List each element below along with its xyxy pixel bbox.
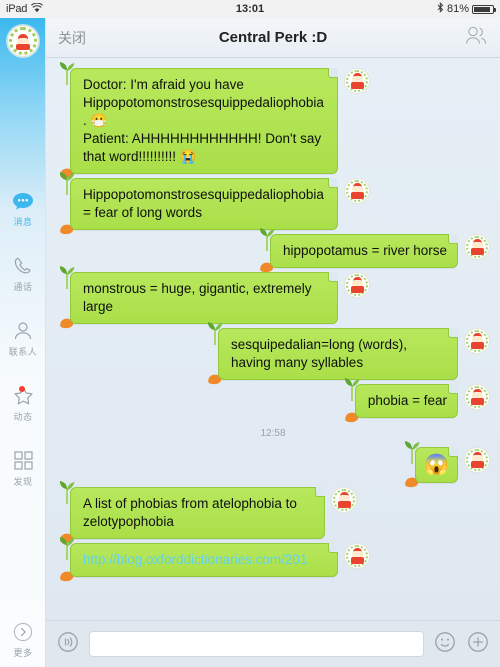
sidebar-item-messages[interactable]: 消息 [0, 185, 46, 231]
message-bubble-wrapper: 😱 [401, 441, 458, 488]
message-row: sesquipedalian=long (words), having many… [46, 322, 500, 385]
message-bubble-wrapper: A list of phobias from atelophobia to ze… [56, 481, 325, 544]
avatar-face [15, 33, 31, 50]
add-attachment-button[interactable] [466, 631, 490, 658]
chevron-right-icon [13, 620, 33, 644]
message-text: phobia = fear [354, 384, 458, 418]
sidebar-item-label: 消息 [13, 216, 33, 227]
bubble-fold-decoration [448, 447, 458, 457]
message-row: monstrous = huge, gigantic, extremely la… [46, 266, 500, 329]
message-row: hippopotamus = river horse [46, 228, 500, 273]
wifi-icon [31, 2, 44, 16]
message-bubble-wrapper: sesquipedalian=long (words), having many… [204, 322, 458, 385]
message-bubble-wrapper: hippopotamus = river horse [256, 228, 458, 273]
message-text: A list of phobias from atelophobia to ze… [70, 487, 325, 539]
message-list[interactable]: Doctor: I'm afraid you have Hippopotomon… [46, 58, 500, 620]
sidebar-more-label: 更多 [13, 648, 33, 658]
message-row: http://blog.oxforddictionaries.com/201 [46, 537, 500, 582]
avatar[interactable] [331, 487, 357, 513]
message-text: hippopotamus = river horse [270, 234, 458, 268]
sidebar-rail: 消息 通话 联系人 动态 发现 更多 [0, 18, 46, 667]
sidebar-nav: 消息 通话 联系人 动态 发现 [0, 185, 45, 491]
message-link[interactable]: http://blog.oxforddictionaries.com/201 [70, 543, 338, 577]
voice-record-icon [57, 631, 79, 658]
message-text: Doctor: I'm afraid you have Hippopotomon… [70, 68, 338, 174]
sidebar-item-label: 动态 [13, 411, 33, 422]
group-members-icon [464, 25, 488, 50]
bubble-fold-decoration [448, 234, 458, 244]
emoji-button[interactable] [433, 631, 457, 658]
sticker-emoji: 😱 [424, 454, 449, 476]
sidebar-item-label: 发现 [13, 476, 33, 487]
sidebar-item-label: 联系人 [8, 346, 38, 357]
plus-icon [467, 631, 489, 658]
message-text: Hippopotomonstrosesquippedaliophobia = f… [70, 178, 338, 230]
avatar[interactable] [344, 68, 370, 94]
chat-app-window: iPad 13:01 81% 消息 通话 联系人 动态 发现 更多 关闭 Cen… [0, 0, 500, 667]
message-text: sesquipedalian=long (words), having many… [218, 328, 458, 380]
avatar[interactable] [464, 384, 490, 410]
bubble-fold-decoration [448, 328, 458, 338]
grid-icon [13, 449, 33, 473]
message-row: Doctor: I'm afraid you have Hippopotomon… [46, 62, 500, 179]
star-icon [13, 384, 34, 408]
bubble-fold-decoration [328, 178, 338, 188]
avatar[interactable] [344, 178, 370, 204]
device-name: iPad [6, 3, 28, 15]
page-title: Central Perk :D [218, 29, 328, 46]
avatar[interactable] [344, 543, 370, 569]
sidebar-item-label: 通话 [13, 281, 33, 292]
sidebar-item-calls[interactable]: 通话 [0, 250, 46, 296]
message-row: Hippopotomonstrosesquippedaliophobia = f… [46, 172, 500, 235]
avatar[interactable] [464, 234, 490, 260]
battery-percent-label: 81% [446, 3, 469, 15]
message-sticker: 😱 [415, 447, 458, 483]
avatar[interactable] [6, 25, 39, 57]
status-bar-left: iPad [6, 2, 44, 16]
close-button[interactable]: 关闭 [58, 28, 86, 48]
status-bar-clock: 13:01 [235, 3, 265, 15]
message-input-bar [46, 620, 500, 667]
message-row: 😱 [46, 441, 500, 488]
bluetooth-icon [437, 2, 444, 16]
avatar[interactable] [464, 447, 490, 473]
message-input-field[interactable] [89, 631, 424, 657]
voice-record-button[interactable] [56, 631, 80, 658]
bubble-fold-decoration [328, 272, 338, 282]
avatar[interactable] [464, 328, 490, 354]
status-bar: iPad 13:01 81% [0, 0, 500, 18]
bubble-fold-decoration [328, 68, 338, 78]
group-members-button[interactable] [464, 25, 488, 50]
sidebar-item-discover[interactable]: 发现 [0, 445, 46, 491]
message-row: A list of phobias from atelophobia to ze… [46, 481, 500, 544]
person-icon [13, 319, 33, 343]
message-bubble-wrapper: http://blog.oxforddictionaries.com/201 [56, 537, 338, 582]
message-bubble-icon [12, 189, 34, 213]
message-row: phobia = fear [46, 378, 500, 423]
avatar[interactable] [344, 272, 370, 298]
bubble-fold-decoration [315, 487, 325, 497]
battery-icon [472, 4, 496, 14]
bubble-fold-decoration [448, 384, 458, 394]
smiley-face-icon [434, 631, 456, 658]
bubble-fold-decoration [328, 543, 338, 553]
sidebar-more-button[interactable]: 更多 [0, 620, 46, 659]
message-bubble-wrapper: monstrous = huge, gigantic, extremely la… [56, 266, 338, 329]
message-timestamp: 12:58 [260, 428, 286, 439]
status-bar-right: 81% [437, 0, 496, 18]
message-bubble-wrapper: Hippopotomonstrosesquippedaliophobia = f… [56, 172, 338, 235]
status-badge [18, 385, 25, 392]
chat-header: 关闭 Central Perk :D [46, 18, 500, 58]
phone-icon [13, 254, 33, 278]
message-text: monstrous = huge, gigantic, extremely la… [70, 272, 338, 324]
message-bubble-wrapper: Doctor: I'm afraid you have Hippopotomon… [56, 62, 338, 179]
sidebar-item-moments[interactable]: 动态 [0, 380, 46, 426]
chat-pane: 关闭 Central Perk :D Doctor: I'm afraid yo… [46, 18, 500, 667]
message-bubble-wrapper: phobia = fear [341, 378, 458, 423]
sidebar-item-contacts[interactable]: 联系人 [0, 315, 46, 361]
